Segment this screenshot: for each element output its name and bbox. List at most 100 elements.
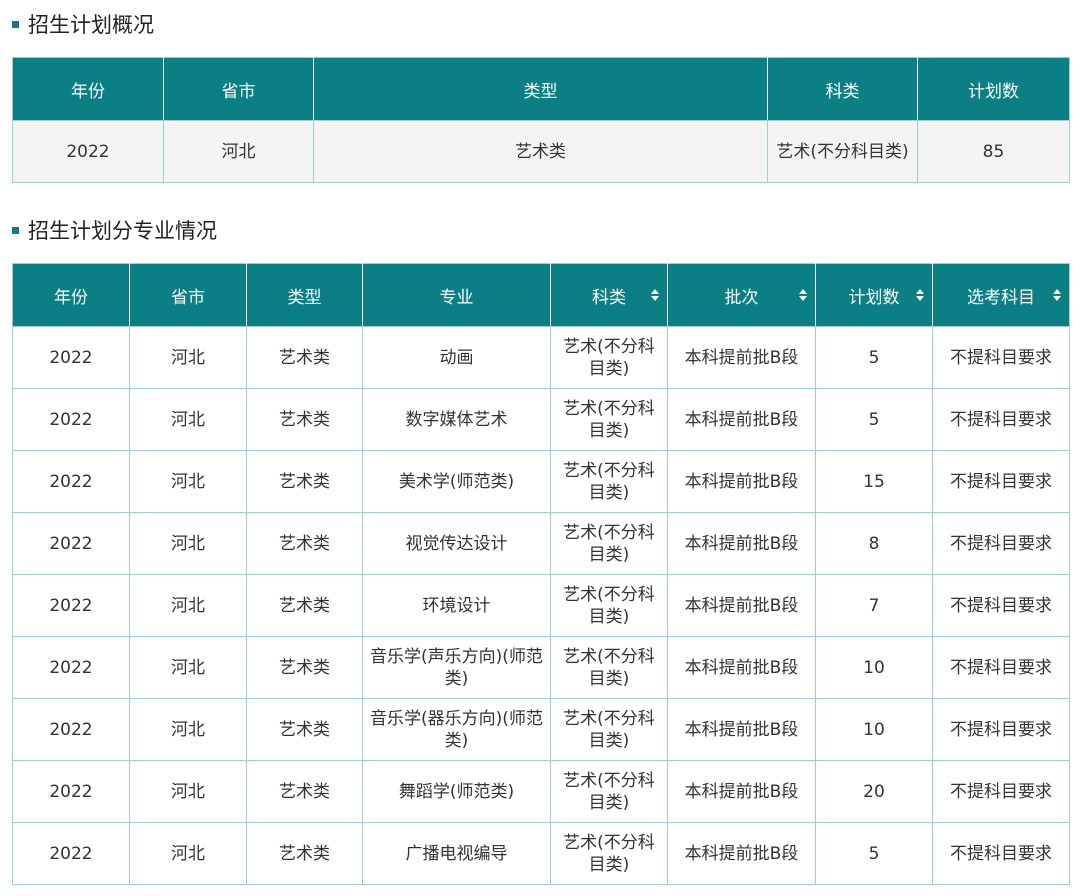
header-label: 选考科目: [967, 287, 1035, 308]
cell-elective-subjects: 不提科目要求: [932, 388, 1070, 451]
cell-batch: 本科提前批B段: [667, 512, 816, 575]
cell-batch: 本科提前批B段: [667, 698, 816, 761]
cell-major: 音乐学(器乐方向)(师范类): [362, 698, 551, 761]
cell-subject-category: 艺术(不分科目类): [550, 512, 668, 575]
majors-title: 招生计划分专业情况: [28, 219, 217, 243]
cell-province: 河北: [129, 388, 247, 451]
cell-subject-category: 艺术(不分科目类): [550, 698, 668, 761]
cell-type: 艺术类: [246, 698, 363, 761]
bullet-square-icon: [12, 20, 19, 28]
cell-type: 艺术类: [246, 822, 363, 885]
sort-icon[interactable]: [651, 289, 659, 301]
header-type: 类型: [313, 57, 768, 121]
header-elective-subjects[interactable]: 选考科目: [932, 263, 1070, 327]
cell-type: 艺术类: [246, 388, 363, 451]
cell-type: 艺术类: [246, 326, 363, 389]
cell-province: 河北: [163, 120, 314, 183]
cell-major: 视觉传达设计: [362, 512, 551, 575]
cell-plan-count: 20: [815, 760, 933, 823]
cell-year: 2022: [12, 636, 130, 699]
table-row: 2022 河北 艺术类 音乐学(器乐方向)(师范类) 艺术(不分科目类) 本科提前批B段 1…: [12, 698, 1070, 761]
cell-subject-category: 艺术(不分科目类): [550, 326, 668, 389]
cell-province: 河北: [129, 822, 247, 885]
cell-batch: 本科提前批B段: [667, 636, 816, 699]
cell-elective-subjects: 不提科目要求: [932, 512, 1070, 575]
cell-elective-subjects: 不提科目要求: [932, 636, 1070, 699]
cell-batch: 本科提前批B段: [667, 760, 816, 823]
cell-province: 河北: [129, 512, 247, 575]
header-province: 省市: [129, 263, 247, 327]
cell-major: 美术学(师范类): [362, 450, 551, 513]
cell-province: 河北: [129, 698, 247, 761]
cell-province: 河北: [129, 450, 247, 513]
table-row: 2022 河北 艺术类 艺术(不分科目类) 85: [12, 120, 1070, 183]
cell-elective-subjects: 不提科目要求: [932, 698, 1070, 761]
majors-header-row: 年份 省市 类型 专业 科类 批次 计划数 选考科目: [12, 263, 1070, 327]
cell-province: 河北: [129, 574, 247, 637]
cell-plan-count: 5: [815, 388, 933, 451]
cell-major: 动画: [362, 326, 551, 389]
header-province: 省市: [163, 57, 314, 121]
header-plan-count: 计划数: [917, 57, 1070, 121]
header-batch[interactable]: 批次: [667, 263, 816, 327]
cell-subject-category: 艺术(不分科目类): [550, 388, 668, 451]
header-label: 计划数: [848, 287, 900, 308]
overview-header-row: 年份 省市 类型 科类 计划数: [12, 57, 1070, 121]
overview-title: 招生计划概况: [28, 13, 154, 37]
bullet-square-icon: [12, 226, 19, 234]
cell-plan-count: 85: [917, 120, 1070, 183]
cell-plan-count: 10: [815, 698, 933, 761]
header-plan-count[interactable]: 计划数: [815, 263, 933, 327]
cell-plan-count: 8: [815, 512, 933, 575]
cell-plan-count: 10: [815, 636, 933, 699]
table-row: 2022 河北 艺术类 环境设计 艺术(不分科目类) 本科提前批B段 7 不提科目要求: [12, 574, 1070, 637]
overview-section-title: 招生计划概况: [12, 12, 154, 37]
cell-province: 河北: [129, 760, 247, 823]
header-type: 类型: [246, 263, 363, 327]
cell-province: 河北: [129, 636, 247, 699]
cell-year: 2022: [12, 760, 130, 823]
cell-year: 2022: [12, 698, 130, 761]
cell-subject-category: 艺术(不分科目类): [550, 574, 668, 637]
cell-year: 2022: [12, 574, 130, 637]
header-year: 年份: [12, 263, 130, 327]
cell-batch: 本科提前批B段: [667, 450, 816, 513]
cell-batch: 本科提前批B段: [667, 326, 816, 389]
header-major: 专业: [362, 263, 551, 327]
table-row: 2022 河北 艺术类 视觉传达设计 艺术(不分科目类) 本科提前批B段 8 不提科目要求: [12, 512, 1070, 575]
majors-table: 年份 省市 类型 专业 科类 批次 计划数 选考科目 2022 河北 艺术类 动画 艺术…: [12, 263, 1070, 885]
cell-year: 2022: [12, 822, 130, 885]
cell-subject-category: 艺术(不分科目类): [550, 636, 668, 699]
cell-province: 河北: [129, 326, 247, 389]
sort-icon[interactable]: [1053, 289, 1061, 301]
cell-type: 艺术类: [246, 760, 363, 823]
cell-major: 广播电视编导: [362, 822, 551, 885]
header-subject-category: 科类: [767, 57, 918, 121]
cell-major: 音乐学(声乐方向)(师范类): [362, 636, 551, 699]
table-row: 2022 河北 艺术类 动画 艺术(不分科目类) 本科提前批B段 5 不提科目要求: [12, 326, 1070, 389]
overview-table: 年份 省市 类型 科类 计划数 2022 河北 艺术类 艺术(不分科目类) 85: [12, 57, 1070, 183]
cell-major: 舞蹈学(师范类): [362, 760, 551, 823]
cell-elective-subjects: 不提科目要求: [932, 574, 1070, 637]
cell-elective-subjects: 不提科目要求: [932, 326, 1070, 389]
header-label: 批次: [724, 287, 759, 308]
cell-type: 艺术类: [246, 512, 363, 575]
cell-type: 艺术类: [246, 636, 363, 699]
cell-batch: 本科提前批B段: [667, 574, 816, 637]
cell-type: 艺术类: [313, 120, 768, 183]
cell-year: 2022: [12, 388, 130, 451]
table-row: 2022 河北 艺术类 广播电视编导 艺术(不分科目类) 本科提前批B段 5 不提科目要求: [12, 822, 1070, 885]
sort-icon[interactable]: [916, 289, 924, 301]
cell-type: 艺术类: [246, 574, 363, 637]
cell-plan-count: 7: [815, 574, 933, 637]
cell-plan-count: 15: [815, 450, 933, 513]
sort-icon[interactable]: [799, 289, 807, 301]
table-row: 2022 河北 艺术类 数字媒体艺术 艺术(不分科目类) 本科提前批B段 5 不提科目要求: [12, 388, 1070, 451]
cell-elective-subjects: 不提科目要求: [932, 450, 1070, 513]
header-subject-category[interactable]: 科类: [550, 263, 668, 327]
cell-subject-category: 艺术(不分科目类): [550, 760, 668, 823]
cell-subject-category: 艺术(不分科目类): [767, 120, 918, 183]
cell-batch: 本科提前批B段: [667, 388, 816, 451]
cell-plan-count: 5: [815, 326, 933, 389]
cell-major: 环境设计: [362, 574, 551, 637]
